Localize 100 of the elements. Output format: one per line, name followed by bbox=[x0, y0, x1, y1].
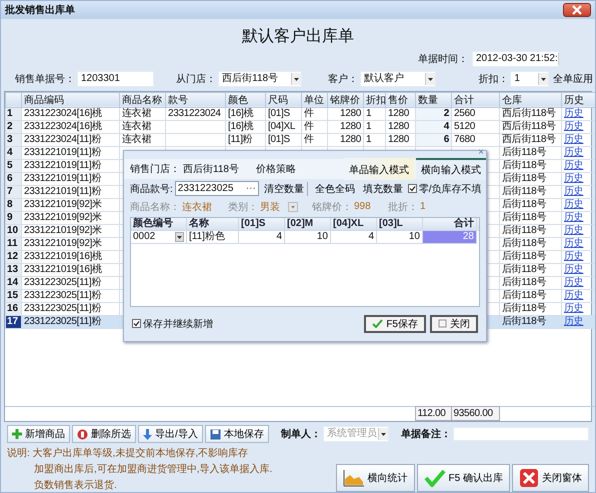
keep-adding-checkbox[interactable]: 保存并继续新增 bbox=[132, 316, 213, 331]
total-cell: 2560 bbox=[452, 107, 500, 120]
product-code-cell: 2331221019[92]米 bbox=[22, 211, 120, 224]
list-price-cell: 1280 bbox=[328, 107, 364, 120]
row-total-cell: 28 bbox=[423, 230, 477, 244]
product-code-cell: 2331221019[11]粉 bbox=[22, 159, 120, 172]
row-number[interactable]: 13 bbox=[6, 263, 22, 276]
save-button[interactable]: F5保存 bbox=[364, 314, 426, 333]
close-icon bbox=[571, 4, 583, 15]
skip-empty-checkbox[interactable]: 零/负库存不填 bbox=[408, 182, 482, 196]
dropdown[interactable]: 西后街118号 bbox=[218, 70, 302, 87]
discount-cell: 1 bbox=[364, 133, 386, 146]
warehouse-cell: 后街118号 bbox=[500, 250, 562, 264]
apply-all-button[interactable]: 全单应用 bbox=[550, 72, 595, 86]
store-value: 西后街118号 bbox=[183, 162, 240, 176]
color-code-dropdown[interactable]: 0002 bbox=[131, 230, 187, 244]
size-cell: [04]XL bbox=[266, 120, 302, 134]
action-button[interactable]: 清空数量 bbox=[260, 182, 308, 196]
row-number[interactable]: 1 bbox=[6, 107, 22, 120]
row-number[interactable]: 14 bbox=[6, 276, 22, 290]
warehouse-cell: 后街118号 bbox=[500, 237, 562, 250]
checkbox-icon bbox=[132, 319, 141, 328]
check-icon bbox=[424, 469, 446, 487]
list-price-label: 铭牌价： bbox=[312, 200, 352, 214]
row-number[interactable]: 6 bbox=[6, 172, 22, 186]
dropdown[interactable]: 1 bbox=[510, 70, 549, 87]
row-number[interactable]: 15 bbox=[6, 289, 22, 302]
note-text: 加盟商出库后,可在加盟商进货管理中,导入该单据入库. bbox=[33, 462, 272, 476]
discount-label: 批折： bbox=[388, 200, 418, 214]
row-number[interactable]: 17 bbox=[6, 315, 22, 328]
action-button[interactable]: 关闭窗体 bbox=[512, 464, 589, 492]
dropdown[interactable]: 默认客户 bbox=[360, 70, 436, 87]
square-icon bbox=[438, 319, 447, 328]
style-input-field[interactable]: 2331223025 ··· bbox=[174, 181, 259, 196]
product-code-cell: 2331221019[11]粉 bbox=[22, 185, 120, 198]
column-header: 铭牌价 bbox=[328, 92, 364, 108]
row-number[interactable]: 8 bbox=[6, 198, 22, 212]
chart-icon bbox=[342, 469, 365, 487]
column-header: 商品编码 bbox=[22, 92, 120, 108]
column-header: 数量 bbox=[416, 92, 452, 108]
quantity-cell: 2 bbox=[416, 107, 452, 120]
column-header: 商品名称 bbox=[120, 92, 166, 108]
remark-input-field[interactable] bbox=[452, 427, 589, 441]
toolbar-button[interactable]: 新增商品 bbox=[7, 425, 70, 443]
size-quantity-cell[interactable]: 10 bbox=[285, 230, 331, 244]
toolbar-button[interactable]: 删除所选 bbox=[72, 425, 136, 443]
style-cell: 2331223024 bbox=[166, 107, 226, 120]
column-header: 款号 bbox=[166, 92, 226, 108]
row-number[interactable]: 16 bbox=[6, 302, 22, 316]
column-header: 仓库 bbox=[500, 92, 562, 108]
mode-tab[interactable]: 单品输入模式 bbox=[344, 158, 414, 180]
color-cell: [11]粉 bbox=[226, 133, 266, 146]
close-icon bbox=[519, 469, 539, 487]
column-header: 合计 bbox=[452, 92, 500, 108]
discount-cell: 1 bbox=[364, 120, 386, 134]
size-quantity-cell[interactable]: 4 bbox=[331, 230, 377, 244]
warehouse-cell: 后街118号 bbox=[500, 211, 562, 224]
style-label: 商品款号: bbox=[130, 182, 173, 196]
discount-cell: 1 bbox=[364, 107, 386, 120]
size-quantity-cell[interactable]: 4 bbox=[239, 230, 285, 244]
input-field[interactable]: 1203301 bbox=[77, 70, 154, 87]
color-cell: [16]桃 bbox=[226, 107, 266, 120]
warehouse-cell: 后街118号 bbox=[500, 289, 562, 302]
date-label: 单据时间： bbox=[418, 52, 468, 66]
product-name-cell: 连衣裙 bbox=[120, 107, 166, 120]
product-code-cell: 2331223024[16]桃 bbox=[22, 120, 120, 134]
remark-label: 单据备注： bbox=[400, 427, 451, 441]
mode-tab[interactable]: 横向输入模式 bbox=[416, 158, 486, 180]
product-code-cell: 2331223025[11]粉 bbox=[22, 289, 120, 302]
row-number[interactable]: 3 bbox=[6, 133, 22, 146]
row-number[interactable]: 11 bbox=[6, 237, 22, 250]
row-number[interactable]: 5 bbox=[6, 159, 22, 172]
product-code-cell: 2331221019[92]米 bbox=[22, 224, 120, 238]
row-number[interactable]: 9 bbox=[6, 211, 22, 224]
field-label: 折扣： bbox=[478, 72, 508, 86]
action-button[interactable]: 全色全码 bbox=[312, 182, 358, 196]
category-label: 类别： bbox=[228, 200, 258, 214]
close-icon[interactable]: × bbox=[478, 148, 484, 158]
list-price-value: 998 bbox=[354, 201, 372, 212]
action-button[interactable]: 横向统计 bbox=[336, 464, 415, 492]
row-number[interactable]: 12 bbox=[6, 250, 22, 264]
toolbar-button[interactable]: 本地保存 bbox=[204, 425, 269, 443]
list-price-cell: 1280 bbox=[328, 133, 364, 146]
dropdown-icon[interactable] bbox=[288, 202, 298, 212]
toolbar-button[interactable]: 导出/导入 bbox=[138, 425, 203, 443]
product-name-value: 连衣裙 bbox=[182, 200, 213, 214]
warehouse-cell: 西后街118号 bbox=[500, 107, 562, 120]
warehouse-cell: 后街118号 bbox=[500, 315, 562, 328]
close-button[interactable]: 关闭 bbox=[430, 314, 478, 333]
row-number[interactable]: 4 bbox=[6, 146, 22, 160]
close-button[interactable] bbox=[563, 2, 591, 17]
date-picker[interactable]: 2012-03-30 21:52: bbox=[472, 50, 559, 67]
action-button[interactable]: F5 确认出库 bbox=[416, 464, 510, 492]
warehouse-cell: 后街118号 bbox=[500, 146, 562, 160]
row-number[interactable]: 7 bbox=[6, 185, 22, 198]
row-number[interactable]: 10 bbox=[6, 224, 22, 238]
delete-icon bbox=[77, 428, 88, 440]
warehouse-cell: 后街118号 bbox=[500, 198, 562, 212]
row-number[interactable]: 2 bbox=[6, 120, 22, 134]
action-button[interactable]: 填充数量 bbox=[360, 182, 406, 196]
